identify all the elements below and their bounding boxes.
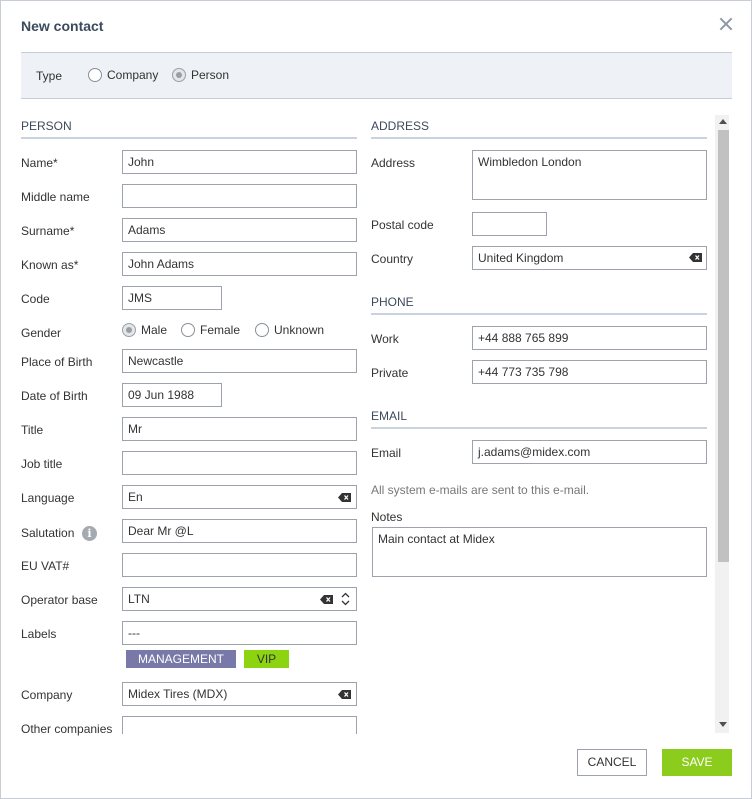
eu-vat-input[interactable]	[122, 553, 357, 577]
company-label: Company	[21, 688, 73, 702]
type-selector: Type Company Person	[21, 52, 732, 99]
address-heading: ADDRESS	[371, 119, 430, 133]
surname-input[interactable]: Adams	[122, 218, 357, 242]
radio-unchecked-icon[interactable]	[255, 323, 269, 337]
title-input[interactable]: Mr	[122, 417, 357, 441]
gender-female-radio[interactable]: Female	[181, 323, 240, 337]
type-company-radio[interactable]: Company	[88, 68, 158, 82]
surname-label: Surname*	[21, 224, 75, 238]
date-of-birth-label: Date of Birth	[21, 389, 88, 403]
clear-icon[interactable]	[689, 253, 702, 262]
private-phone-input[interactable]: +44 773 735 798	[472, 360, 707, 384]
salutation-input[interactable]: Dear Mr @L	[122, 519, 357, 543]
radio-checked-icon[interactable]	[122, 323, 136, 337]
tag-vip[interactable]: VIP	[244, 650, 289, 668]
radio-checked-icon[interactable]	[172, 68, 186, 82]
labels-input[interactable]: ---	[122, 621, 357, 645]
type-person-label: Person	[191, 68, 230, 82]
phone-heading: PHONE	[371, 295, 414, 309]
postal-code-input[interactable]	[472, 212, 547, 236]
gender-male-radio[interactable]: Male	[122, 323, 167, 337]
close-icon[interactable]	[717, 15, 735, 33]
type-company-label: Company	[107, 68, 159, 82]
other-companies-label: Other companies	[21, 722, 113, 736]
date-of-birth-input[interactable]: 09 Jun 1988	[122, 383, 222, 407]
middle-name-input[interactable]	[122, 184, 357, 208]
job-title-label: Job title	[21, 457, 63, 471]
labels-label: Labels	[21, 627, 57, 641]
language-select[interactable]: En	[122, 485, 357, 509]
operator-base-label: Operator base	[21, 593, 98, 607]
company-select[interactable]: Midex Tires (MDX)	[122, 682, 357, 706]
place-of-birth-label: Place of Birth	[21, 355, 93, 369]
email-heading: EMAIL	[371, 409, 408, 423]
clear-icon[interactable]	[320, 595, 333, 604]
scrollbar-thumb[interactable]	[718, 130, 729, 562]
radio-unchecked-icon[interactable]	[88, 68, 102, 82]
clear-icon[interactable]	[338, 493, 351, 502]
salutation-label: Salutation	[21, 526, 75, 540]
language-label: Language	[21, 491, 75, 505]
phone-divider	[371, 313, 707, 315]
email-hint: All system e-mails are sent to this e-ma…	[371, 483, 590, 497]
gender-label: Gender	[21, 326, 62, 340]
cancel-button[interactable]: CANCEL	[577, 749, 647, 776]
gender-male-label: Male	[141, 323, 168, 337]
work-phone-input[interactable]: +44 888 765 899	[472, 326, 707, 350]
info-icon[interactable]: i	[82, 526, 97, 541]
scroll-down-arrow-icon[interactable]	[719, 722, 727, 727]
work-phone-label: Work	[371, 332, 399, 346]
private-phone-label: Private	[371, 366, 409, 380]
known-as-input[interactable]: John Adams	[122, 252, 357, 276]
tag-management[interactable]: MANAGEMENT	[126, 650, 236, 668]
gender-unknown-radio[interactable]: Unknown	[255, 323, 324, 337]
notes-label: Notes	[371, 510, 403, 524]
address-divider	[371, 137, 707, 139]
save-button[interactable]: SAVE	[662, 749, 732, 776]
radio-unchecked-icon[interactable]	[181, 323, 195, 337]
address-label: Address	[371, 156, 416, 170]
dialog-title: New contact	[21, 18, 104, 34]
postal-code-label: Postal code	[371, 218, 434, 232]
person-heading: PERSON	[21, 119, 72, 133]
address-textarea[interactable]: Wimbledon London	[472, 150, 707, 200]
notes-textarea[interactable]: Main contact at Midex	[372, 527, 707, 577]
country-select[interactable]: United Kingdom	[472, 246, 707, 270]
email-label: Email	[371, 446, 402, 460]
known-as-label: Known as*	[21, 258, 79, 272]
clear-icon[interactable]	[338, 690, 351, 699]
gender-unknown-label: Unknown	[274, 323, 325, 337]
scroll-up-arrow-icon[interactable]	[719, 119, 727, 124]
code-input[interactable]: JMS	[122, 286, 222, 310]
email-divider	[371, 427, 707, 429]
updown-chevron-icon[interactable]	[341, 592, 350, 606]
new-contact-dialog: New contact Type Company Person PERSON N…	[0, 0, 752, 799]
job-title-input[interactable]	[122, 451, 357, 475]
type-label: Type	[36, 69, 63, 83]
person-divider	[21, 137, 357, 139]
email-input[interactable]: j.adams@midex.com	[472, 440, 707, 464]
other-companies-input[interactable]	[122, 716, 357, 734]
name-label: Name*	[21, 156, 58, 170]
middle-name-label: Middle name	[21, 190, 90, 204]
eu-vat-label: EU VAT#	[21, 559, 70, 573]
gender-female-label: Female	[200, 323, 241, 337]
place-of-birth-input[interactable]: Newcastle	[122, 349, 357, 373]
name-input[interactable]: John	[122, 150, 357, 174]
code-label: Code	[21, 292, 50, 306]
title-label: Title	[21, 423, 44, 437]
type-person-radio[interactable]: Person	[172, 68, 229, 82]
country-label: Country	[371, 252, 414, 266]
